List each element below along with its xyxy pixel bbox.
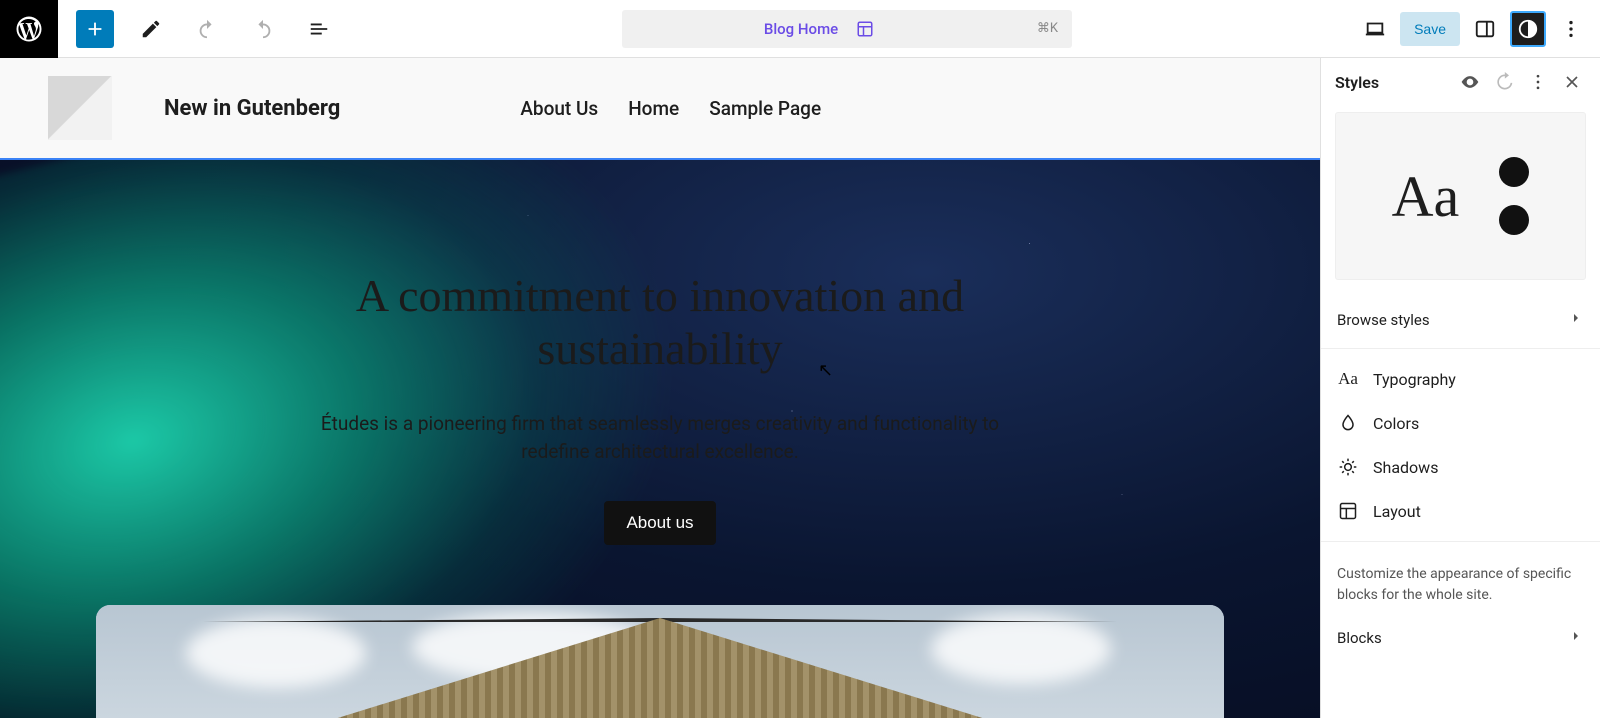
nav-item-about[interactable]: About Us: [520, 97, 598, 120]
layout-icon: [1337, 501, 1359, 521]
blocks-row[interactable]: Blocks: [1321, 614, 1600, 662]
preview-typography-sample: Aa: [1392, 163, 1460, 230]
stylebook-button[interactable]: [1456, 68, 1484, 96]
site-logo-placeholder[interactable]: [48, 76, 112, 140]
add-block-button[interactable]: [76, 10, 114, 48]
editor-topbar: Blog Home ⌘K Save: [0, 0, 1600, 58]
chevron-right-icon: [1568, 310, 1584, 330]
style-preview-card[interactable]: Aa: [1335, 112, 1586, 280]
hero-heading[interactable]: A commitment to innovation and sustainab…: [310, 270, 1010, 376]
sidebar-more-button[interactable]: [1524, 68, 1552, 96]
revisions-button[interactable]: [1490, 68, 1518, 96]
shadows-item[interactable]: Shadows: [1321, 445, 1600, 489]
tools-button[interactable]: [132, 10, 170, 48]
chevron-right-icon: [1568, 628, 1584, 648]
styles-sidebar: Styles Aa Browse styles: [1320, 58, 1600, 718]
sun-icon: [1337, 457, 1359, 477]
layout-item[interactable]: Layout: [1321, 489, 1600, 533]
settings-sidebar-button[interactable]: [1466, 10, 1504, 48]
hero-image-card[interactable]: [96, 605, 1224, 718]
layout-label: Layout: [1373, 502, 1421, 521]
template-title-pill[interactable]: Blog Home ⌘K: [622, 10, 1072, 48]
styles-icon: [1517, 18, 1539, 40]
typography-label: Typography: [1373, 370, 1456, 389]
redo-button[interactable]: [244, 10, 282, 48]
history-icon: [1494, 72, 1514, 92]
redo-icon: [252, 18, 274, 40]
shortcut-hint: ⌘K: [1037, 21, 1058, 36]
cursor-icon: ↖: [818, 360, 833, 381]
options-button[interactable]: [1552, 10, 1590, 48]
template-icon: [856, 20, 874, 38]
sidebar-title: Styles: [1335, 73, 1450, 92]
browse-styles-label: Browse styles: [1337, 311, 1430, 329]
hero-body[interactable]: Études is a pioneering firm that seamles…: [310, 410, 1010, 467]
close-sidebar-button[interactable]: [1558, 68, 1586, 96]
undo-icon: [196, 18, 218, 40]
wordpress-icon: [14, 14, 44, 44]
undo-button[interactable]: [188, 10, 226, 48]
color-swatch-dot: [1499, 205, 1529, 235]
typography-item[interactable]: Aa Typography: [1321, 357, 1600, 401]
nav-item-home[interactable]: Home: [628, 97, 679, 120]
blocks-description: Customize the appearance of specific blo…: [1321, 546, 1600, 614]
wp-logo-button[interactable]: [0, 0, 58, 58]
sidebar-icon: [1474, 18, 1496, 40]
plus-icon: [84, 18, 106, 40]
list-view-icon: [308, 18, 330, 40]
template-title: Blog Home: [764, 20, 838, 38]
kebab-icon: [1528, 72, 1548, 92]
styles-sidebar-toggle[interactable]: [1510, 11, 1546, 47]
droplet-icon: [1337, 413, 1359, 433]
browse-styles-row[interactable]: Browse styles: [1321, 296, 1600, 344]
pencil-icon: [140, 18, 162, 40]
document-overview-button[interactable]: [300, 10, 338, 48]
nav-item-sample[interactable]: Sample Page: [709, 97, 821, 120]
site-nav: About Us Home Sample Page: [520, 97, 821, 120]
colors-label: Colors: [1373, 414, 1419, 433]
colors-item[interactable]: Colors: [1321, 401, 1600, 445]
site-header[interactable]: New in Gutenberg About Us Home Sample Pa…: [0, 58, 1320, 158]
typography-icon: Aa: [1337, 369, 1359, 389]
close-icon: [1562, 72, 1582, 92]
kebab-icon: [1560, 18, 1582, 40]
hero-cover-block[interactable]: ↖ A commitment to innovation and sustain…: [0, 158, 1320, 718]
preview-color-swatches: [1499, 157, 1529, 235]
editor-canvas[interactable]: New in Gutenberg About Us Home Sample Pa…: [0, 58, 1320, 718]
site-title[interactable]: New in Gutenberg: [164, 96, 340, 121]
save-button[interactable]: Save: [1400, 12, 1460, 46]
shadows-label: Shadows: [1373, 458, 1438, 477]
eye-icon: [1460, 72, 1480, 92]
view-device-button[interactable]: [1356, 10, 1394, 48]
color-swatch-dot: [1499, 157, 1529, 187]
blocks-label: Blocks: [1337, 629, 1382, 647]
laptop-icon: [1364, 18, 1386, 40]
hero-cta-button[interactable]: About us: [604, 501, 715, 545]
